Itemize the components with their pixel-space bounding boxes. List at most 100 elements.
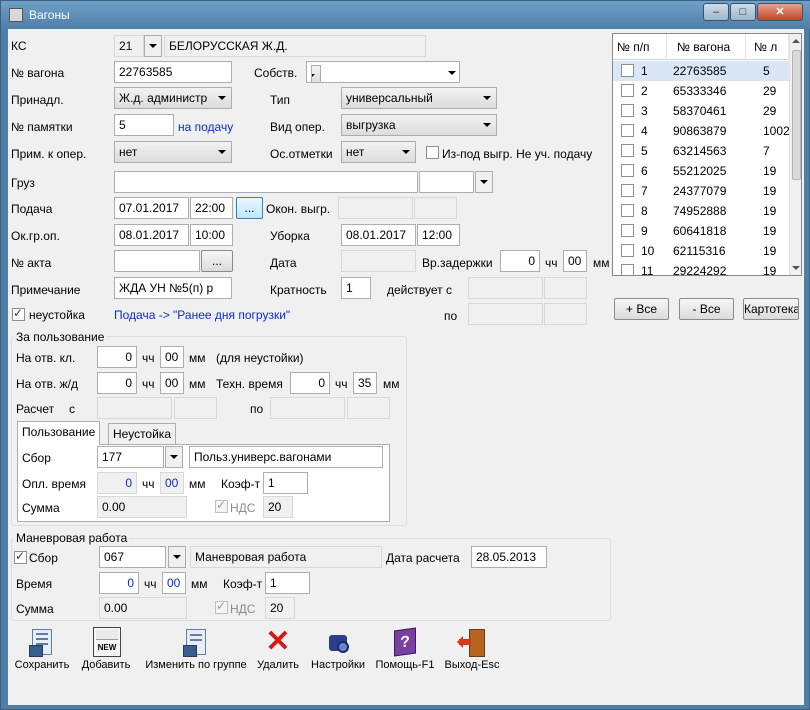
mult-input[interactable]: 1 <box>341 277 371 299</box>
minimize-button[interactable]: – <box>703 3 729 21</box>
usage-fee-dropdown-button[interactable] <box>165 446 183 468</box>
memo-input[interactable]: 5 <box>114 114 174 136</box>
scroll-down-icon[interactable] <box>792 266 800 270</box>
penalty-checkbox[interactable] <box>12 306 25 321</box>
delay-minutes-input[interactable]: 00 <box>563 250 587 272</box>
usage-vat-checkbox[interactable] <box>215 498 228 513</box>
shunting-fee-dropdown-button[interactable] <box>168 546 186 568</box>
valid-to-time[interactable] <box>544 303 587 325</box>
settings-button[interactable]: Настройки <box>308 627 368 671</box>
usage-paid-minutes[interactable]: 00 <box>160 472 184 494</box>
table-row[interactable]: 6 55212025 19 <box>613 161 789 181</box>
row-checkbox[interactable] <box>621 84 634 97</box>
ks-dropdown-button[interactable] <box>144 35 162 57</box>
delay-hours-input[interactable]: 0 <box>500 250 540 272</box>
shunting-time-minutes-input[interactable]: 00 <box>162 572 186 594</box>
delete-button[interactable]: ✕ Удалить <box>254 627 302 672</box>
cargo-dropdown-button[interactable] <box>475 171 493 193</box>
usage-fee-code-input[interactable]: 177 <box>97 446 164 468</box>
belong-select[interactable]: Ж.д. администр <box>114 87 232 109</box>
col-header-index[interactable]: № п/п <box>613 34 667 60</box>
act-picker-button[interactable]: ... <box>201 250 233 272</box>
close-button[interactable]: ✕ <box>757 3 803 21</box>
calc-date-field[interactable]: 28.05.2013 <box>471 546 547 568</box>
resp-jd-hours-input[interactable]: 0 <box>97 372 137 394</box>
calc-from-time[interactable] <box>174 397 217 419</box>
scroll-thumb[interactable] <box>792 50 801 180</box>
date-input[interactable] <box>341 250 416 272</box>
okgr-time-input[interactable]: 10:00 <box>190 224 233 246</box>
wagon-number-input[interactable]: 22763585 <box>114 61 232 83</box>
calc-to-date[interactable] <box>270 397 345 419</box>
tech-minutes-input[interactable]: 35 <box>353 372 377 394</box>
table-row[interactable]: 7 24377079 19 <box>613 181 789 201</box>
table-row[interactable]: 4 90863879 10026 <box>613 121 789 141</box>
unload-end-date-input[interactable] <box>338 197 413 219</box>
group-edit-button[interactable]: Изменить по группе <box>142 627 250 671</box>
title-bar[interactable]: Вагоны – □ ✕ <box>1 1 810 29</box>
col-header-wagon[interactable]: № вагона <box>667 34 746 60</box>
tech-hours-input[interactable]: 0 <box>290 372 330 394</box>
table-row[interactable]: 5 63214563 7 <box>613 141 789 161</box>
shunting-vat-checkbox[interactable] <box>215 599 228 614</box>
ks-code-field[interactable]: 21 <box>114 35 144 57</box>
supply-picker-button[interactable]: ... <box>236 197 263 219</box>
shunting-time-hours-input[interactable]: 0 <box>99 572 139 594</box>
wagon-list[interactable]: № п/п № вагона № л 1 22763585 5 2 65333346 29… <box>612 33 802 276</box>
okgr-date-input[interactable]: 08.01.2017 <box>114 224 189 246</box>
table-row[interactable]: 9 60641818 19 <box>613 221 789 241</box>
table-row[interactable]: 10 62115316 19 <box>613 241 789 261</box>
valid-to-date[interactable] <box>468 303 543 325</box>
card-index-button[interactable]: Картотека <box>743 298 799 320</box>
valid-from-date[interactable] <box>468 277 543 299</box>
valid-from-time[interactable] <box>544 277 587 299</box>
resp-kl-hours-input[interactable]: 0 <box>97 346 137 368</box>
supply-time-input[interactable]: 22:00 <box>190 197 233 219</box>
row-checkbox[interactable] <box>621 164 634 177</box>
act-input[interactable] <box>114 250 200 272</box>
prim-select[interactable]: нет <box>114 141 232 163</box>
usage-coef-input[interactable]: 1 <box>263 472 308 494</box>
add-button[interactable]: NEW Добавить <box>78 627 134 671</box>
help-button[interactable]: ? Помощь-F1 <box>374 627 436 671</box>
row-checkbox[interactable] <box>621 184 634 197</box>
row-checkbox[interactable] <box>621 204 634 217</box>
unload-end-time-input[interactable] <box>414 197 457 219</box>
select-all-button[interactable]: + Все <box>614 298 669 320</box>
type-select[interactable]: универсальный <box>341 87 497 109</box>
oper-kind-select[interactable]: выгрузка <box>341 114 497 136</box>
table-row[interactable]: 3 58370461 29 <box>613 101 789 121</box>
resp-kl-minutes-input[interactable]: 00 <box>160 346 184 368</box>
table-row[interactable]: 8 74952888 19 <box>613 201 789 221</box>
cleanup-time-input[interactable]: 12:00 <box>417 224 460 246</box>
cargo-input[interactable] <box>114 171 418 193</box>
os-select[interactable]: нет <box>341 141 416 163</box>
wagon-list-scrollbar[interactable] <box>789 34 801 275</box>
calc-from-date[interactable] <box>97 397 172 419</box>
save-button[interactable]: Сохранить <box>14 627 70 671</box>
shunting-fee-code-input[interactable]: 067 <box>99 546 166 568</box>
calc-to-time[interactable] <box>347 397 390 419</box>
row-checkbox[interactable] <box>621 124 634 137</box>
maximize-button[interactable]: □ <box>730 3 756 21</box>
cargo-code-input[interactable] <box>419 171 474 193</box>
table-row[interactable]: 2 65333346 29 <box>613 81 789 101</box>
exit-button[interactable]: Выход-Esc <box>442 627 502 671</box>
shunting-coef-input[interactable]: 1 <box>265 572 310 594</box>
owner-select[interactable] <box>306 61 460 83</box>
scroll-up-icon[interactable] <box>792 39 800 43</box>
row-checkbox[interactable] <box>621 104 634 117</box>
supply-date-input[interactable]: 07.01.2017 <box>114 197 189 219</box>
deselect-all-button[interactable]: - Все <box>679 298 734 320</box>
row-checkbox[interactable] <box>621 244 634 257</box>
resp-jd-minutes-input[interactable]: 00 <box>160 372 184 394</box>
usage-paid-hours[interactable]: 0 <box>97 472 137 494</box>
tab-penalty[interactable]: Неустойка <box>108 423 176 445</box>
row-checkbox[interactable] <box>621 144 634 157</box>
table-row[interactable]: 11 29224292 19 <box>613 261 789 275</box>
shunting-fee-checkbox[interactable] <box>14 549 27 564</box>
tab-usage[interactable]: Пользование <box>17 421 101 445</box>
col-header-list[interactable]: № л <box>746 34 789 60</box>
row-checkbox[interactable] <box>621 224 634 237</box>
row-checkbox[interactable] <box>621 64 634 77</box>
